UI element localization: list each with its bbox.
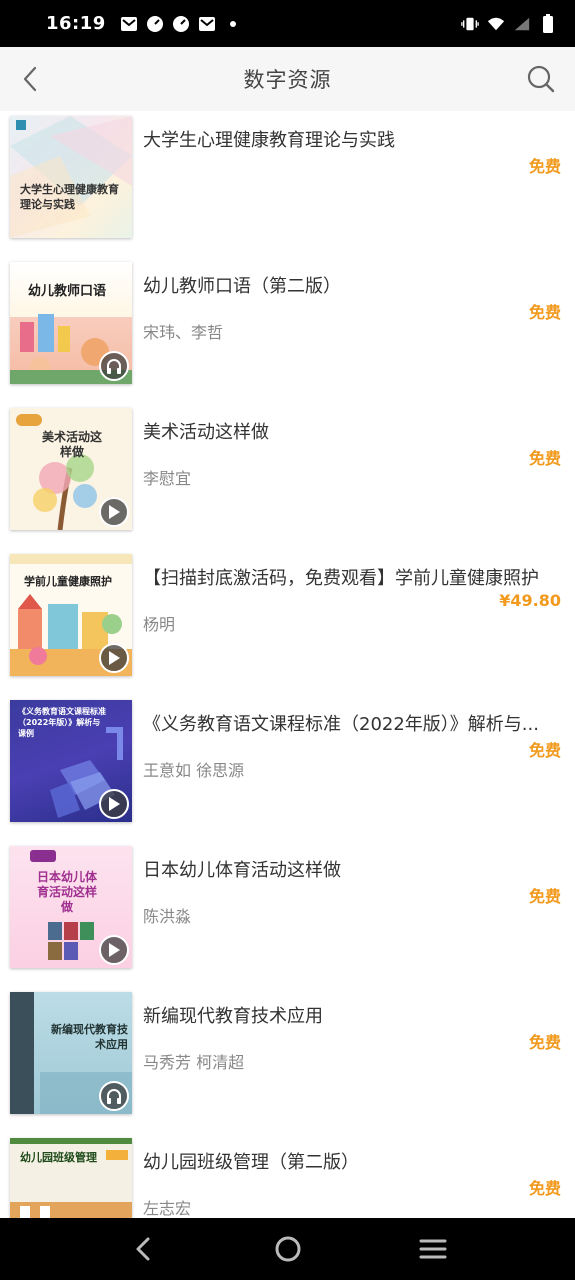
back-button[interactable] xyxy=(14,63,46,95)
book-cover: 学前儿童健康照护 xyxy=(10,554,132,676)
book-cover: 新编现代教育技术应用 xyxy=(10,992,132,1114)
book-price: ¥49.80 xyxy=(499,591,561,610)
menu-lines-icon xyxy=(419,1239,446,1259)
audio-badge xyxy=(99,351,129,381)
signal-icon xyxy=(513,15,531,33)
chevron-left-icon xyxy=(23,66,37,92)
play-icon xyxy=(109,651,120,665)
book-author: 王意如 徐思源 xyxy=(143,761,245,780)
cover-title: 日本幼儿体育活动这样做 xyxy=(36,870,97,914)
book-cover: 日本幼儿体育活动这样做 xyxy=(10,846,132,968)
speedometer-icon xyxy=(146,15,164,33)
search-button[interactable] xyxy=(525,63,557,95)
cover-title: 《义务教育语文课程标准（2022年版）》解析与课例 xyxy=(18,707,106,738)
book-price: 免费 xyxy=(528,303,561,322)
book-cover: 幼儿教师口语 xyxy=(10,262,132,384)
book-author: 马秀芳 柯清超 xyxy=(143,1053,245,1072)
dot-icon xyxy=(224,15,242,33)
book-title: 【扫描封底激活码，免费观看】学前儿童健康照护 xyxy=(143,568,539,589)
book-cover: 幼儿园班级管理 xyxy=(10,1138,132,1218)
book-price: 免费 xyxy=(528,887,561,906)
video-badge xyxy=(99,935,129,965)
book-title: 日本幼儿体育活动这样做 xyxy=(143,860,341,881)
back-triangle-icon xyxy=(136,1237,149,1261)
home-circle-icon xyxy=(275,1236,300,1262)
list-item[interactable]: 《义务教育语文课程标准（2022年版）》解析与课例 《义务教育语文课程标准（20… xyxy=(0,695,575,841)
nav-recents-button[interactable] xyxy=(413,1229,453,1269)
list-item[interactable]: 幼儿教师口语 幼儿教师口语（第二版） 宋玮、李哲 免费 xyxy=(0,257,575,403)
play-icon xyxy=(109,943,120,957)
book-price: 免费 xyxy=(528,449,561,468)
play-icon xyxy=(109,505,120,519)
list-item[interactable]: 幼儿园班级管理 幼儿园班级管理（第二版） 左志宏 免费 xyxy=(0,1133,575,1218)
book-author: 陈洪淼 xyxy=(143,907,192,926)
list-item[interactable]: 美术活动这样做 美术活动这样做 李慰宜 免费 xyxy=(0,403,575,549)
cover-title: 幼儿教师口语 xyxy=(28,284,107,299)
book-title: 幼儿教师口语（第二版） xyxy=(143,276,341,297)
book-author: 左志宏 xyxy=(143,1199,192,1218)
video-badge xyxy=(99,643,129,673)
book-title: 新编现代教育技术应用 xyxy=(143,1006,323,1027)
audio-badge xyxy=(99,1081,129,1111)
speedometer-icon xyxy=(172,15,190,33)
headphones-icon xyxy=(107,359,121,374)
cover-title: 学前儿童健康照护 xyxy=(24,575,112,588)
cover-title: 美术活动这样做 xyxy=(42,430,103,459)
book-title: 美术活动这样做 xyxy=(143,422,269,443)
book-price: 免费 xyxy=(528,1179,561,1198)
book-author: 杨明 xyxy=(143,615,176,634)
video-badge xyxy=(99,789,129,819)
book-cover: 美术活动这样做 xyxy=(10,408,132,530)
book-author: 宋玮、李哲 xyxy=(143,323,224,342)
page-title: 数字资源 xyxy=(243,68,332,92)
book-title: 《义务教育语文课程标准（2022年版）》解析与... xyxy=(143,714,539,735)
book-author: 李慰宜 xyxy=(143,469,192,488)
system-nav-bar xyxy=(0,1218,575,1280)
book-cover: 《义务教育语文课程标准（2022年版）》解析与课例 xyxy=(10,700,132,822)
nav-home-button[interactable] xyxy=(268,1229,308,1269)
list-item[interactable]: 新编现代教育技术应用 新编现代教育技术应用 马秀芳 柯清超 免费 xyxy=(0,987,575,1133)
search-icon xyxy=(527,65,555,93)
status-bar: 16:19 xyxy=(0,0,575,47)
mail-icon xyxy=(120,15,138,33)
status-system-icons xyxy=(461,13,557,33)
video-badge xyxy=(99,497,129,527)
mail-icon xyxy=(198,15,216,33)
book-title: 大学生心理健康教育理论与实践 xyxy=(143,130,395,151)
cover-title: 新编现代教育技术应用 xyxy=(51,1023,128,1051)
battery-icon xyxy=(539,13,557,33)
cover-title: 大学生心理健康教育理论与实践 xyxy=(20,183,119,211)
book-price: 免费 xyxy=(528,1033,561,1052)
headphones-icon xyxy=(107,1089,121,1104)
status-notification-icons xyxy=(120,15,242,33)
book-price: 免费 xyxy=(528,157,561,176)
app-header: 数字资源 xyxy=(0,47,575,111)
wifi-icon xyxy=(487,15,505,33)
book-cover: 大学生心理健康教育理论与实践 xyxy=(10,116,132,238)
nav-back-button[interactable] xyxy=(123,1229,163,1269)
status-time: 16:19 xyxy=(46,13,106,34)
cover-title: 幼儿园班级管理 xyxy=(20,1151,97,1164)
play-icon xyxy=(109,797,120,811)
list-item[interactable]: 学前儿童健康照护 【扫描封底激活码，免费观看】学前儿童健康照护 杨明 ¥49.8… xyxy=(0,549,575,695)
list-item[interactable]: 大学生心理健康教育理论与实践 大学生心理健康教育理论与实践 免费 xyxy=(0,111,575,257)
resource-list[interactable]: 大学生心理健康教育理论与实践 大学生心理健康教育理论与实践 免费 幼儿教师口语 … xyxy=(0,111,575,1218)
book-price: 免费 xyxy=(528,741,561,760)
vibrate-icon xyxy=(461,15,479,33)
book-title: 幼儿园班级管理（第二版） xyxy=(143,1152,359,1173)
list-item[interactable]: 日本幼儿体育活动这样做 日本幼儿体育活动这样做 陈洪淼 免费 xyxy=(0,841,575,987)
